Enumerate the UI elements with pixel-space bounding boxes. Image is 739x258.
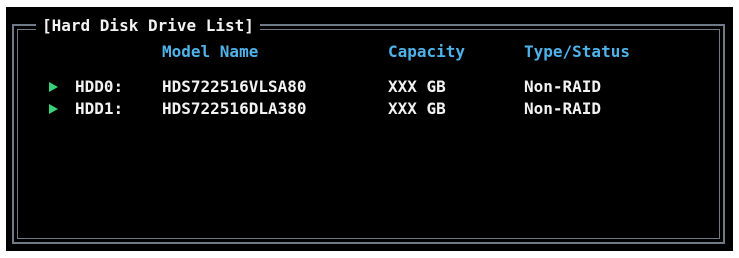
drive-type-status: Non-RAID [524, 99, 602, 118]
triangle-right-icon [49, 104, 58, 114]
column-header-model: Model Name [162, 42, 259, 61]
drive-type-status: Non-RAID [524, 77, 602, 96]
drive-row-hdd0[interactable]: HDD0: HDS722516VLSA80 XXX GB Non-RAID [6, 76, 733, 98]
triangle-right-icon [49, 82, 58, 92]
column-header-type-status: Type/Status [524, 42, 630, 61]
drive-capacity: XXX GB [388, 77, 446, 96]
column-header-capacity: Capacity [388, 42, 466, 61]
panel-title: [Hard Disk Drive List] [36, 16, 260, 36]
bios-screen: [Hard Disk Drive List] Model Name Capaci… [6, 7, 733, 251]
drive-row-hdd1[interactable]: HDD1: HDS722516DLA380 XXX GB Non-RAID [6, 98, 733, 120]
drive-model: HDS722516VLSA80 [162, 77, 307, 96]
drive-id: HDD1: [75, 99, 124, 118]
drive-capacity: XXX GB [388, 99, 446, 118]
drive-model: HDS722516DLA380 [162, 99, 307, 118]
drive-id: HDD0: [75, 77, 124, 96]
